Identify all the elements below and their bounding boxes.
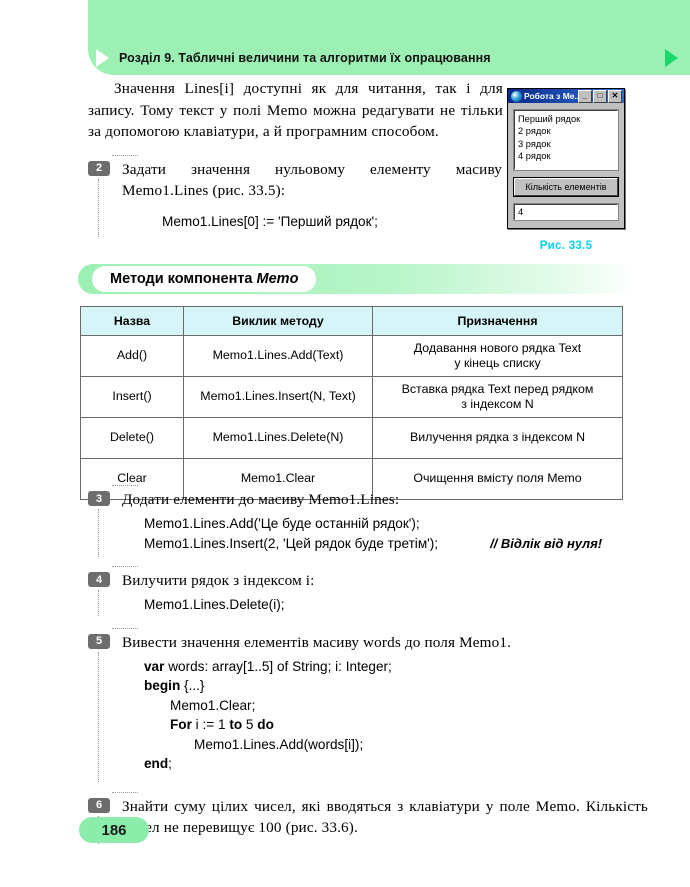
guide-line [98, 590, 99, 616]
heading-main-text: Методи компонента [110, 271, 257, 287]
figure-caption: Рис. 33.5 [539, 240, 593, 252]
code-rest: {...} [180, 678, 205, 693]
code-line-begin: begin {...} [122, 676, 648, 696]
code-line: Memo1.Lines[0] := 'Перший рядок'; [162, 213, 378, 229]
table-header-row: Назва Виклик методу Призначення [80, 306, 623, 336]
section-heading: Методи компонента Memo [78, 264, 638, 294]
method-name-cell: Delete() [80, 417, 184, 459]
code-line-with-comment: Memo1.Lines.Insert(2, 'Цей рядок буде тр… [122, 534, 648, 554]
guide-line-top [112, 154, 138, 156]
chapter-title: Розділ 9. Табличні величини та алгоритми… [119, 50, 491, 65]
guide-line [98, 178, 99, 237]
guide-line [98, 651, 99, 782]
main-content-lower: 3 Додати елементи до масиву Memo1.Lines:… [88, 485, 648, 844]
heading-text: Методи компонента Memo [110, 271, 298, 287]
code-line-for: For i := 1 to 5 do [122, 715, 648, 735]
header-inner: Розділ 9. Табличні величини та алгоритми… [88, 40, 690, 75]
table-row: Insert() Memo1.Lines.Insert(N, Text) Вст… [80, 376, 623, 418]
code-rest: Memo1.Lines.Add(words[i]); [194, 736, 364, 752]
code-rest: Memo1.Clear; [170, 697, 256, 713]
page-number: 186 [79, 817, 149, 843]
item-text: Додати елементи до масиву Memo1.Lines: [122, 491, 400, 508]
code-rest2: 5 [242, 717, 258, 732]
list-item: 5 Вивести значення елементів масиву word… [88, 627, 648, 782]
item-number-badge: 5 [88, 633, 110, 649]
code-comment: // Відлік від нуля! [490, 535, 603, 551]
code-line: Memo1.Lines.Insert(2, 'Цей рядок буде тр… [144, 535, 439, 551]
method-name-cell: Add() [80, 335, 184, 377]
guide-line-top [112, 485, 138, 486]
list-item: 6 Знайти суму цілих чисел, які вводяться… [88, 791, 648, 844]
keyword-for: For [170, 717, 192, 732]
method-desc-cell: Вилучення рядка з індексом N [372, 417, 623, 459]
code-line-var: var words: array[1..5] of String; i: Int… [122, 657, 648, 677]
code-line: Memo1.Lines.Delete(i); [144, 597, 285, 612]
code-line-end: end; [122, 754, 648, 774]
method-name-cell: Insert() [80, 376, 184, 418]
keyword-var: var [144, 658, 165, 674]
intro-paragraph: Значення Lines[i] доступні як для читанн… [88, 80, 503, 140]
method-call-cell: Memo1.Lines.Add(Text) [183, 335, 373, 377]
triangle-right-icon [665, 48, 678, 67]
table-row: Add() Memo1.Lines.Add(Text) Додавання но… [80, 335, 623, 377]
heading-pill: Методи компонента Memo [92, 266, 317, 292]
page-header-banner: Розділ 9. Табличні величини та алгоритми… [88, 0, 690, 75]
item-text: Вилучити рядок з індексом i: [122, 572, 315, 589]
table-header-cell: Виклик методу [183, 306, 373, 336]
table-header-cell: Призначення [372, 306, 623, 336]
code-line-clear: Memo1.Clear; [122, 696, 648, 716]
guide-line-top [112, 627, 138, 629]
heading-italic-text: Memo [256, 271, 299, 287]
method-desc-cell: Вставка рядка Text перед рядком з індексо… [372, 376, 623, 418]
keyword-to: to [229, 717, 243, 732]
code-line: Memo1.Lines.Add('Це буде останній рядок'… [144, 516, 420, 531]
method-desc-cell: Додавання нового рядка Text у кінець спис… [372, 335, 623, 377]
item-number-badge: 6 [88, 797, 110, 813]
table-header-cell: Назва [80, 306, 184, 336]
item-text: Задати значення нульовому елементу масив… [122, 160, 502, 199]
methods-table: Назва Виклик методу Призначення Add() Me… [80, 306, 623, 500]
guide-line [98, 509, 99, 557]
code-rest: ; [168, 756, 172, 771]
guide-line-top [112, 566, 138, 567]
item-text: Знайти суму цілих чисел, які вводяться з… [122, 797, 648, 836]
item-number-badge: 2 [88, 160, 110, 176]
table-row: Delete() Memo1.Lines.Delete(N) Вилучення… [80, 417, 623, 459]
item-number-badge: 3 [88, 491, 110, 506]
main-content: Значення Lines[i] доступні як для читанн… [88, 78, 648, 237]
triangle-left-icon [96, 48, 109, 67]
list-item: 3 Додати елементи до масиву Memo1.Lines:… [88, 485, 648, 557]
item-number-badge: 4 [88, 572, 110, 587]
item-text: Вивести значення елементів масиву words … [122, 633, 512, 651]
list-item: 2 Задати значення нульовому елементу мас… [88, 154, 648, 237]
method-call-cell: Memo1.Lines.Insert(N, Text) [183, 376, 373, 418]
keyword-do: do [257, 717, 274, 732]
keyword-begin: begin [144, 678, 181, 693]
guide-line-top [112, 791, 138, 793]
list-item: 4 Вилучити рядок з індексом i: Memo1.Lin… [88, 566, 648, 616]
code-rest: words: array[1..5] of String; i: Integer… [164, 658, 392, 674]
code-rest: i := 1 [191, 717, 230, 732]
method-call-cell: Memo1.Lines.Delete(N) [183, 417, 373, 459]
code-line-add: Memo1.Lines.Add(words[i]); [122, 735, 648, 755]
keyword-end: end [144, 756, 169, 771]
